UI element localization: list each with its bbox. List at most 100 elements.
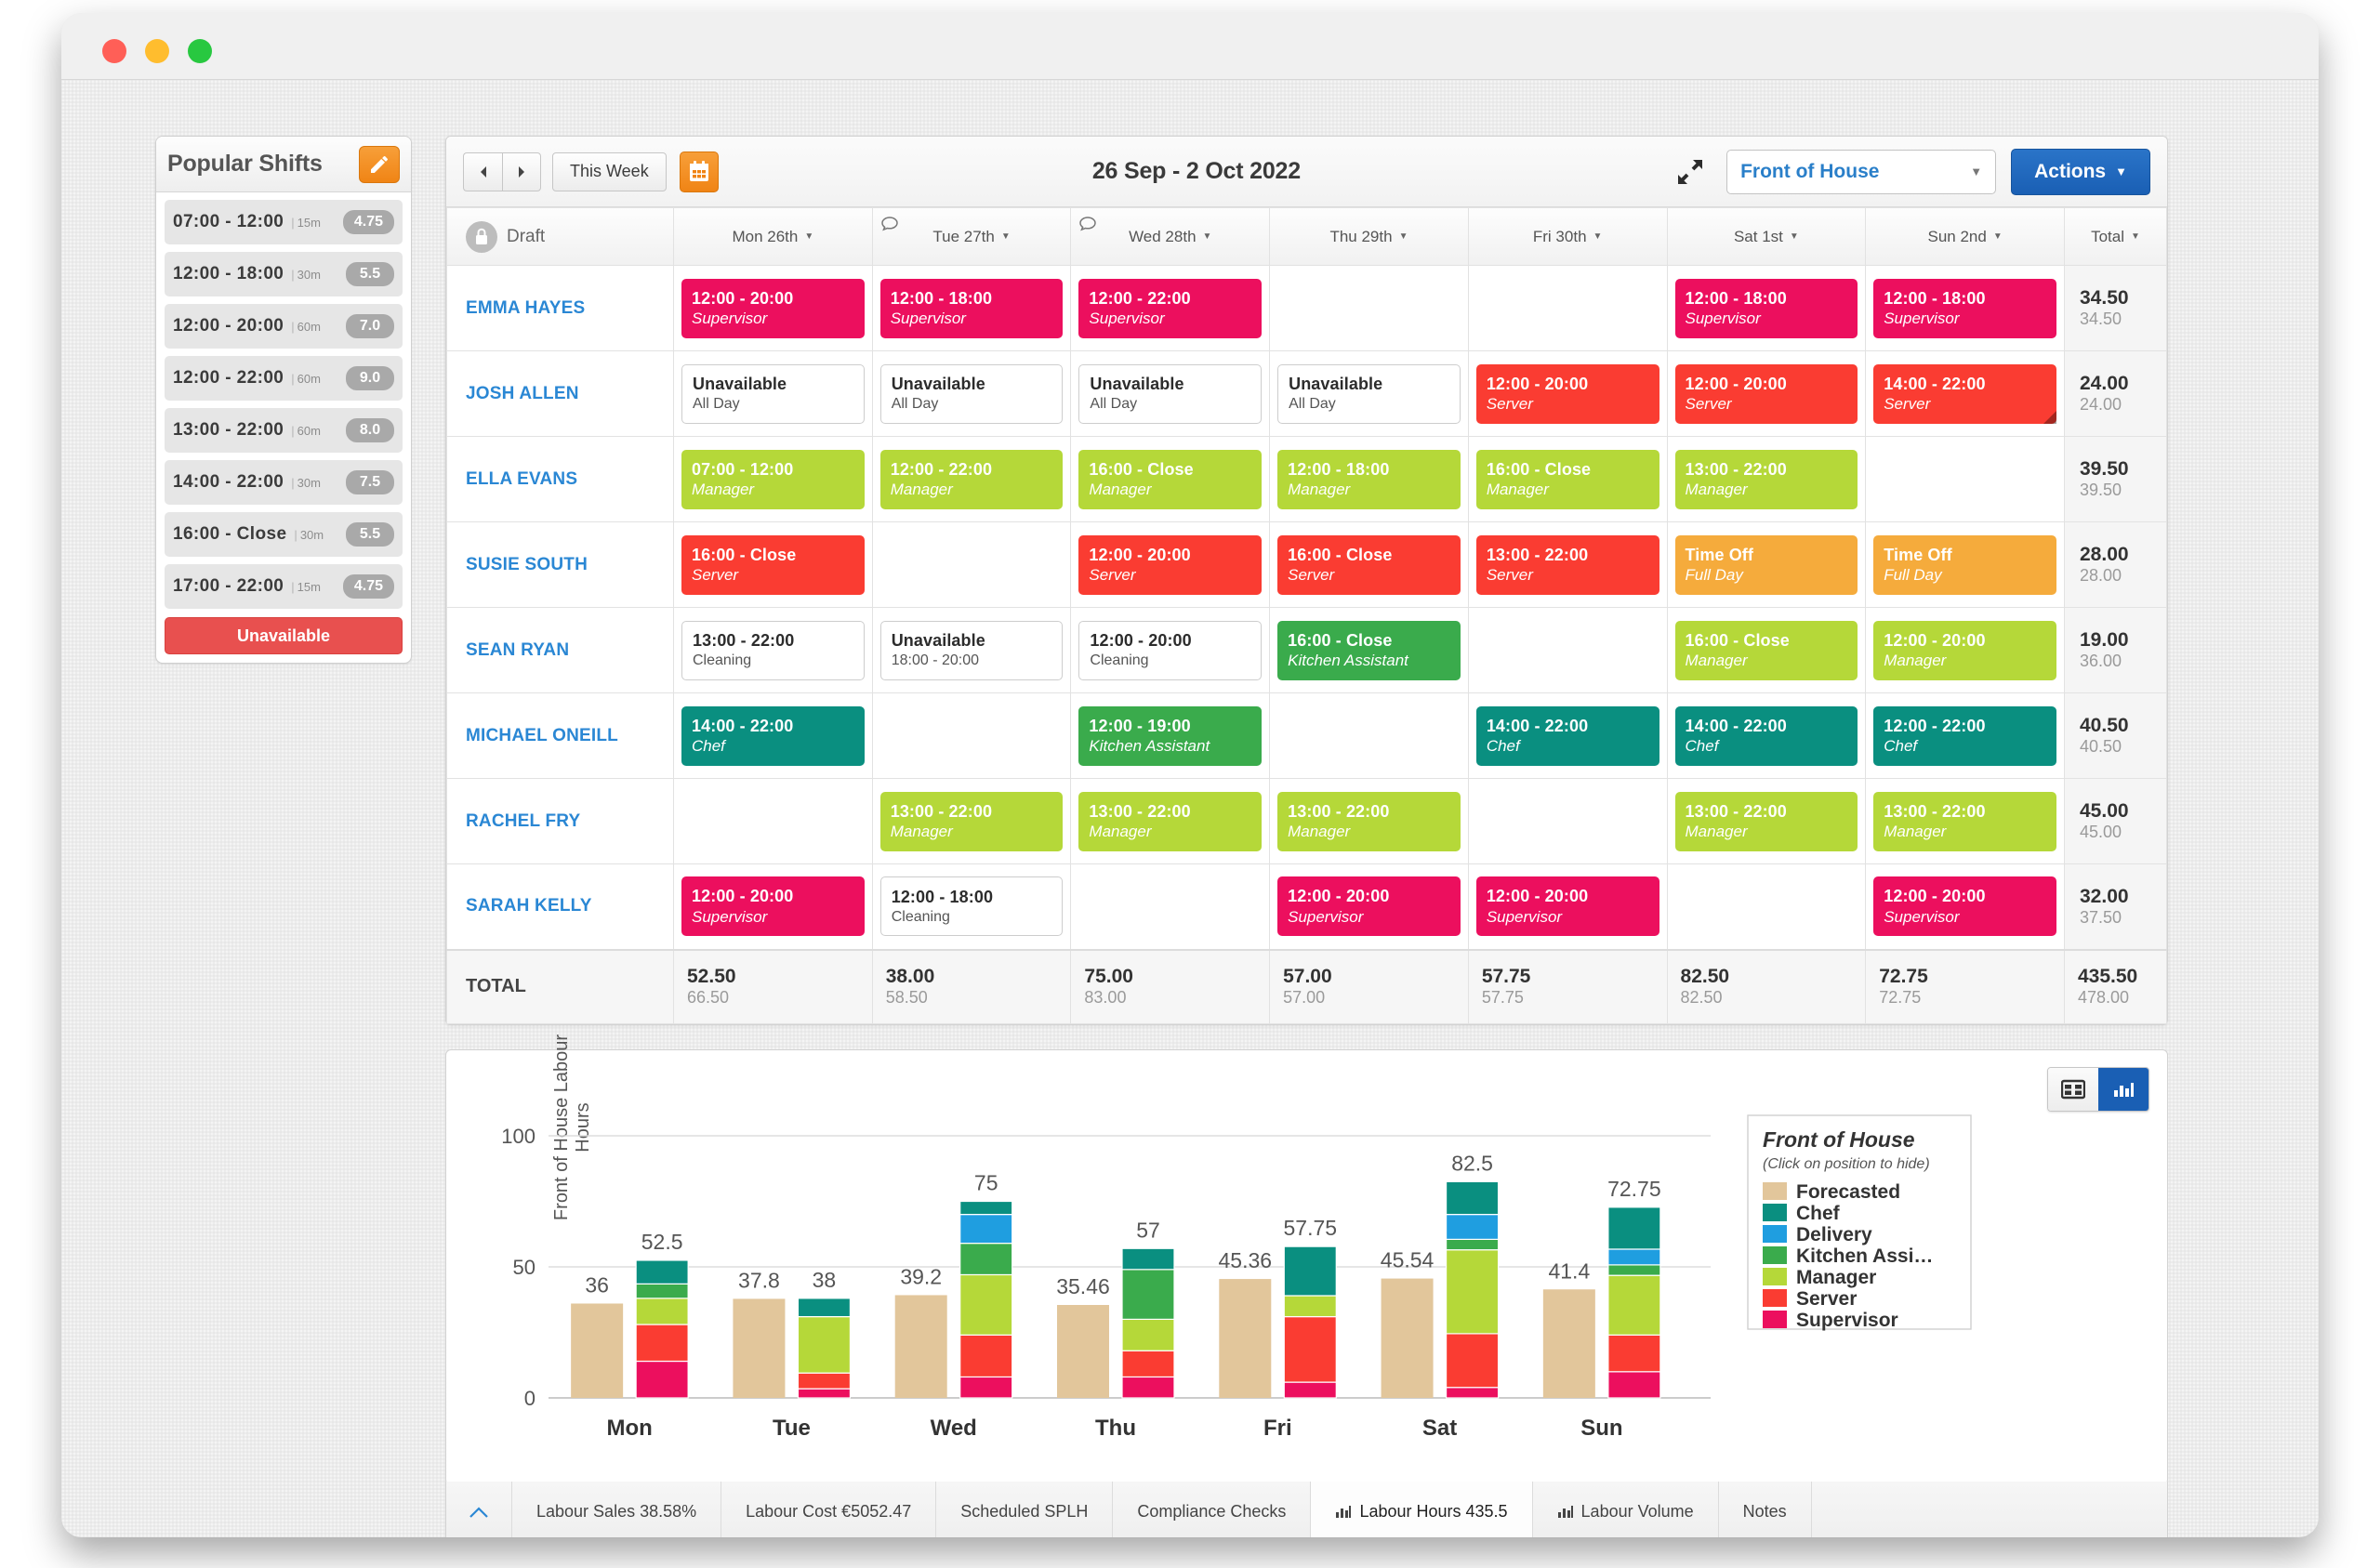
chart-bar-forecasted[interactable]	[1543, 1289, 1595, 1398]
rota-day-header[interactable]: Mon 26th▼	[674, 208, 873, 266]
popular-shift-item[interactable]: 07:00 - 12:00|15m4.75	[165, 200, 403, 244]
shift-block[interactable]: 16:00 - CloseManager	[1675, 621, 1858, 680]
department-select[interactable]: Front of House ▼	[1726, 150, 1996, 194]
chart-bar-segment-server[interactable]	[1608, 1335, 1660, 1371]
shift-block[interactable]: 12:00 - 20:00Supervisor	[681, 279, 865, 338]
shift-block[interactable]: 13:00 - 22:00Manager	[1277, 792, 1461, 851]
chart-bar-segment-delivery[interactable]	[960, 1215, 1012, 1244]
chart-bar-segment-chef[interactable]	[798, 1298, 850, 1317]
chart-bar-segment-manager[interactable]	[1284, 1296, 1336, 1317]
metrics-tab[interactable]: Labour Hours 435.5	[1311, 1482, 1532, 1537]
shift-block[interactable]: 13:00 - 22:00Manager	[880, 792, 1064, 851]
rota-day-cell[interactable]: 14:00 - 22:00Server	[1866, 351, 2065, 437]
chart-legend-label[interactable]: Supervisor	[1796, 1310, 1898, 1331]
rota-day-cell[interactable]: 13:00 - 22:00Server	[1468, 522, 1667, 608]
rota-day-cell[interactable]: 12:00 - 20:00Supervisor	[1270, 864, 1469, 950]
popular-shift-item[interactable]: 12:00 - 22:00|60m9.0	[165, 356, 403, 401]
chevron-down-icon[interactable]: ▼	[1993, 231, 2003, 242]
rota-day-cell[interactable]: UnavailableAll Day	[1071, 351, 1270, 437]
chevron-down-icon[interactable]: ▼	[1001, 231, 1011, 242]
rota-day-cell[interactable]: 12:00 - 20:00Server	[1667, 351, 1866, 437]
rota-day-cell[interactable]: 12:00 - 20:00Cleaning	[1071, 608, 1270, 693]
rota-day-cell[interactable]: 13:00 - 22:00Manager	[1270, 779, 1469, 864]
actions-button[interactable]: Actions ▼	[2011, 149, 2150, 195]
rota-day-header[interactable]: Tue 27th▼	[872, 208, 1071, 266]
shift-block-plain[interactable]: UnavailableAll Day	[681, 364, 865, 424]
shift-block[interactable]: 16:00 - CloseServer	[1277, 535, 1461, 595]
rota-day-cell[interactable]: 16:00 - CloseServer	[1270, 522, 1469, 608]
rota-day-cell[interactable]: 12:00 - 18:00Supervisor	[872, 266, 1071, 351]
rota-day-cell[interactable]: 16:00 - CloseServer	[674, 522, 873, 608]
rota-day-cell[interactable]	[1468, 608, 1667, 693]
rota-day-cell[interactable]	[1468, 779, 1667, 864]
rota-day-cell[interactable]	[1468, 266, 1667, 351]
shift-block[interactable]: 14:00 - 22:00Server	[1873, 364, 2056, 424]
unavailable-button[interactable]: Unavailable	[165, 617, 403, 654]
chart-legend-label[interactable]: Delivery	[1796, 1224, 1872, 1245]
chart-bar-segment-server[interactable]	[1122, 1351, 1174, 1377]
shift-block[interactable]: Time OffFull Day	[1873, 535, 2056, 595]
metrics-tab[interactable]: Labour Cost €5052.47	[721, 1482, 936, 1537]
rota-day-cell[interactable]: 13:00 - 22:00Manager	[1667, 779, 1866, 864]
rota-day-cell[interactable]	[1866, 437, 2065, 522]
shift-block[interactable]: Time OffFull Day	[1675, 535, 1858, 595]
chart-bar-segment-delivery[interactable]	[1608, 1249, 1660, 1265]
employee-name[interactable]: SEAN RYAN	[447, 608, 674, 693]
chart-bar-segment-kitchen-assistant[interactable]	[960, 1244, 1012, 1275]
next-week-button[interactable]	[502, 152, 541, 191]
chart-bar-segment-server[interactable]	[1284, 1317, 1336, 1383]
rota-day-cell[interactable]: 16:00 - CloseManager	[1071, 437, 1270, 522]
chart-legend-label[interactable]: Forecasted	[1796, 1181, 1900, 1203]
shift-block[interactable]: 12:00 - 20:00Server	[1078, 535, 1262, 595]
metrics-tab[interactable]: Labour Sales 38.58%	[512, 1482, 721, 1537]
rota-day-header[interactable]: Fri 30th▼	[1468, 208, 1667, 266]
chart-bar-forecasted[interactable]	[1057, 1305, 1109, 1398]
popular-shift-item[interactable]: 13:00 - 22:00|60m8.0	[165, 408, 403, 453]
prev-week-button[interactable]	[463, 152, 502, 191]
shift-block[interactable]: 12:00 - 20:00Server	[1476, 364, 1659, 424]
rota-day-cell[interactable]: 12:00 - 22:00Manager	[872, 437, 1071, 522]
chart-bar-segment-kitchen-assistant[interactable]	[1122, 1270, 1174, 1320]
shift-block[interactable]: 13:00 - 22:00Manager	[1675, 450, 1858, 509]
chart-bar-segment-manager[interactable]	[798, 1317, 850, 1374]
rota-day-cell[interactable]	[674, 779, 873, 864]
rota-day-cell[interactable]: UnavailableAll Day	[1270, 351, 1469, 437]
chart-bar-segment-supervisor[interactable]	[798, 1389, 850, 1398]
rota-day-cell[interactable]: 13:00 - 22:00Manager	[872, 779, 1071, 864]
shift-block[interactable]: 12:00 - 18:00Supervisor	[1873, 279, 2056, 338]
rota-day-cell[interactable]: 16:00 - CloseManager	[1468, 437, 1667, 522]
shift-block[interactable]: 12:00 - 22:00Chef	[1873, 706, 2056, 766]
chevron-down-icon[interactable]: ▼	[1399, 231, 1408, 242]
chart-legend-label[interactable]: Chef	[1796, 1203, 1841, 1224]
shift-block-plain[interactable]: 13:00 - 22:00Cleaning	[681, 621, 865, 680]
shift-block[interactable]: 14:00 - 22:00Chef	[1675, 706, 1858, 766]
rota-day-cell[interactable]: 12:00 - 20:00Supervisor	[674, 266, 873, 351]
rota-day-cell[interactable]: 13:00 - 22:00Manager	[1071, 779, 1270, 864]
rota-day-cell[interactable]: Unavailable18:00 - 20:00	[872, 608, 1071, 693]
metrics-tab[interactable]: Scheduled SPLH	[936, 1482, 1113, 1537]
rota-day-cell[interactable]: 14:00 - 22:00Chef	[674, 693, 873, 779]
shift-block-plain[interactable]: UnavailableAll Day	[1078, 364, 1262, 424]
chart-legend-swatch[interactable]	[1763, 1225, 1787, 1243]
shift-block[interactable]: 12:00 - 22:00Manager	[880, 450, 1064, 509]
rota-day-cell[interactable]: 12:00 - 18:00Cleaning	[872, 864, 1071, 950]
chart-bar-segment-supervisor[interactable]	[1122, 1377, 1174, 1398]
chart-bar-segment-server[interactable]	[960, 1335, 1012, 1377]
chart-bar-segment-manager[interactable]	[1608, 1275, 1660, 1335]
employee-name[interactable]: RACHEL FRY	[447, 779, 674, 864]
rota-day-cell[interactable]: 12:00 - 22:00Chef	[1866, 693, 2065, 779]
rota-day-cell[interactable]: 12:00 - 19:00Kitchen Assistant	[1071, 693, 1270, 779]
rota-day-cell[interactable]: 16:00 - CloseManager	[1667, 608, 1866, 693]
shift-block[interactable]: 12:00 - 20:00Manager	[1873, 621, 2056, 680]
shift-block[interactable]: 12:00 - 18:00Supervisor	[1675, 279, 1858, 338]
chart-bar-forecasted[interactable]	[571, 1303, 623, 1398]
shift-block[interactable]: 12:00 - 19:00Kitchen Assistant	[1078, 706, 1262, 766]
chart-bar-segment-manager[interactable]	[1447, 1250, 1499, 1334]
chart-bar-forecasted[interactable]	[1219, 1279, 1271, 1398]
chart-legend-label[interactable]: Kitchen Assi…	[1796, 1245, 1933, 1267]
shift-block[interactable]: 13:00 - 22:00Manager	[1675, 792, 1858, 851]
shift-block-plain[interactable]: 12:00 - 18:00Cleaning	[880, 876, 1064, 936]
rota-day-cell[interactable]: 12:00 - 18:00Supervisor	[1866, 266, 2065, 351]
window-minimize-button[interactable]	[145, 39, 169, 63]
chart-bar-segment-supervisor[interactable]	[1447, 1388, 1499, 1398]
